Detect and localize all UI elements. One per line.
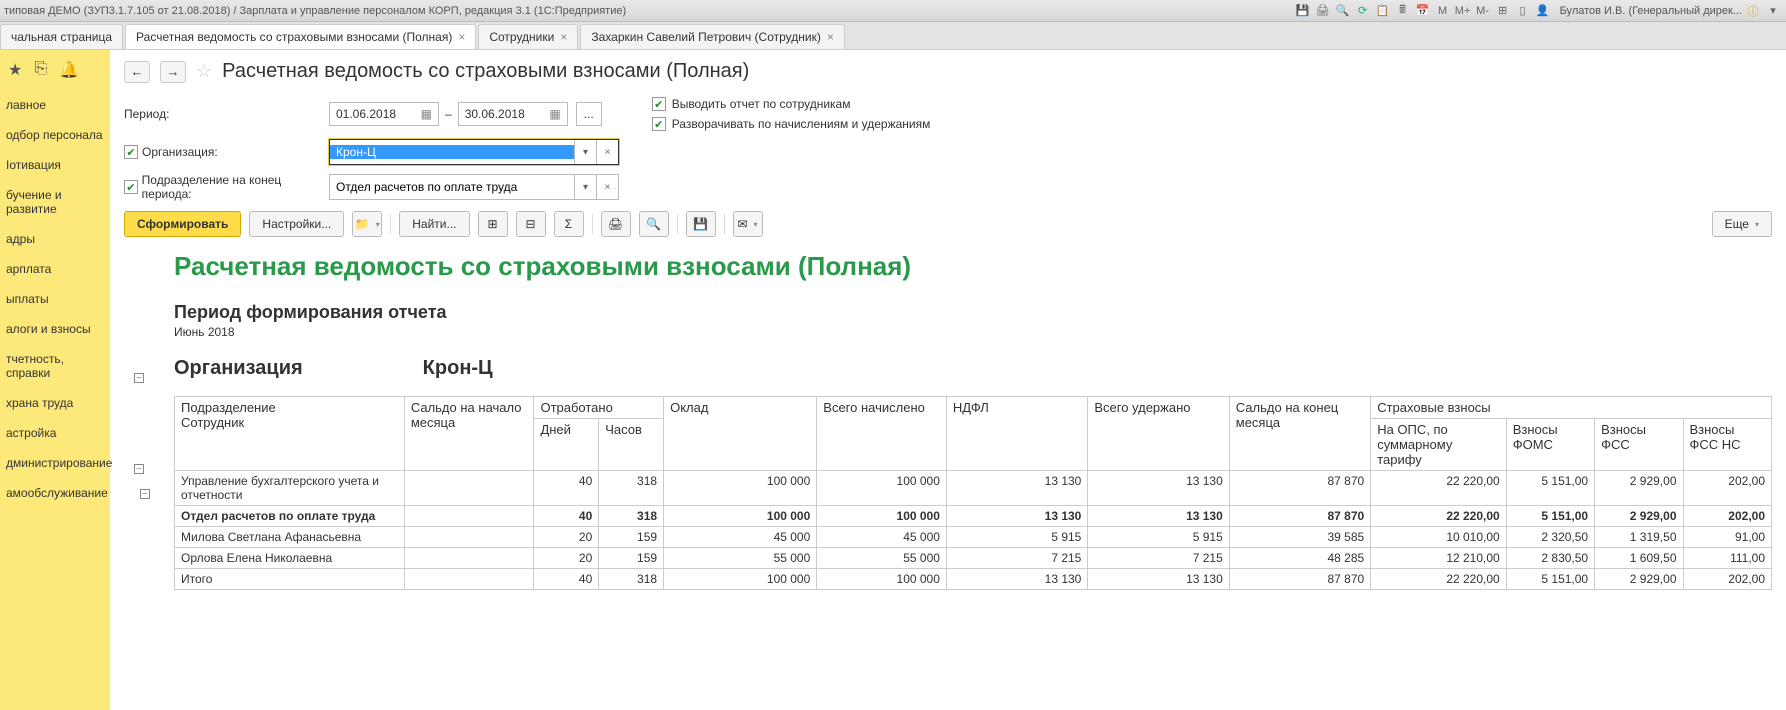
page-title: Расчетная ведомость со страховыми взноса… bbox=[222, 60, 749, 83]
period-value: Июнь 2018 bbox=[174, 325, 1772, 339]
titlebar-icons: 💾 🖨 🔍 ⟳ 📋 🖩 📅 M M+ M- ⊞ ▯ 👤 Булатов И.В.… bbox=[1294, 2, 1782, 20]
close-icon[interactable]: × bbox=[458, 30, 465, 44]
tree-collapse-icon[interactable]: − bbox=[134, 464, 144, 474]
report-org-label: Организация bbox=[174, 357, 303, 380]
print-icon[interactable]: 🖨 bbox=[1314, 2, 1332, 20]
form-button[interactable]: Сформировать bbox=[124, 211, 241, 237]
close-icon[interactable]: × bbox=[560, 30, 567, 44]
more-button[interactable]: Еще ▾ bbox=[1712, 211, 1772, 237]
org-label: Организация: bbox=[142, 145, 218, 159]
table-row[interactable]: Милова Светлана Афанасьевна2015945 00045… bbox=[175, 527, 1772, 548]
copy-icon[interactable]: 📋 bbox=[1374, 2, 1392, 20]
tab-employee[interactable]: Захаркин Савелий Петрович (Сотрудник)× bbox=[580, 24, 845, 49]
sidebar-item[interactable]: тчетность, справки bbox=[0, 344, 110, 388]
org-checkbox[interactable]: ✔ bbox=[124, 145, 138, 159]
m-icon[interactable]: M bbox=[1434, 2, 1452, 20]
refresh-icon[interactable]: ⟳ bbox=[1354, 2, 1372, 20]
window-icon[interactable]: ⊞ bbox=[1494, 2, 1512, 20]
clear-icon[interactable]: × bbox=[596, 140, 618, 164]
preview-button[interactable]: 🔍 bbox=[639, 211, 669, 237]
save-button[interactable]: 💾 bbox=[686, 211, 716, 237]
tree-collapse-icon[interactable]: − bbox=[140, 489, 150, 499]
dept-label: Подразделение на конец периода: bbox=[142, 173, 329, 201]
app-title: типовая ДЕМО (ЗУП3.1.7.105 от 21.08.2018… bbox=[4, 5, 1294, 17]
sidebar-item[interactable]: астройка bbox=[0, 418, 110, 448]
dropdown-icon[interactable]: ▾ bbox=[574, 175, 596, 199]
expand-checkbox[interactable]: ✔Разворачивать по начислениям и удержани… bbox=[652, 117, 931, 131]
titlebar: типовая ДЕМО (ЗУП3.1.7.105 от 21.08.2018… bbox=[0, 0, 1786, 22]
expand-button[interactable]: ⊞ bbox=[478, 211, 508, 237]
period-title: Период формирования отчета bbox=[174, 302, 1772, 323]
favorite-icon[interactable]: ☆ bbox=[196, 61, 212, 82]
sidebar-item[interactable]: бучение и развитие bbox=[0, 180, 110, 224]
content: ← → ☆ Расчетная ведомость со страховыми … bbox=[110, 50, 1786, 710]
settings-button[interactable]: Настройки... bbox=[249, 211, 344, 237]
report: − − − Расчетная ведомость со страховыми … bbox=[124, 251, 1772, 590]
org-combo[interactable]: ▾ × bbox=[329, 139, 619, 165]
period-select-button[interactable]: ... bbox=[576, 102, 602, 126]
sidebar-item[interactable]: адры bbox=[0, 224, 110, 254]
tab-report[interactable]: Расчетная ведомость со страховыми взноса… bbox=[125, 24, 476, 49]
tree-outline: − − − bbox=[134, 371, 150, 501]
org-input[interactable] bbox=[330, 145, 574, 159]
dept-input[interactable] bbox=[330, 180, 574, 194]
sidebar-item[interactable]: храна труда bbox=[0, 388, 110, 418]
m-minus-icon[interactable]: M- bbox=[1474, 2, 1492, 20]
star-icon[interactable]: ★ bbox=[8, 60, 22, 80]
clear-icon[interactable]: × bbox=[596, 175, 618, 199]
sidebar-item[interactable]: дминистрирование bbox=[0, 448, 110, 478]
calendar-icon[interactable]: ▦ bbox=[549, 107, 560, 121]
calendar-icon[interactable]: 📅 bbox=[1414, 2, 1432, 20]
dropdown-icon[interactable]: ▾ bbox=[574, 140, 596, 164]
date-to-input[interactable]: 30.06.2018▦ bbox=[458, 102, 568, 126]
bell-icon[interactable]: 🔔 bbox=[59, 60, 79, 80]
sidebar-item[interactable]: одбор персонала bbox=[0, 120, 110, 150]
calc-icon[interactable]: 🖩 bbox=[1394, 2, 1412, 20]
report-title: Расчетная ведомость со страховыми взноса… bbox=[174, 251, 1772, 282]
user-label[interactable]: Булатов И.В. (Генеральный дирек... bbox=[1560, 5, 1742, 17]
tabbar: чальная страница Расчетная ведомость со … bbox=[0, 22, 1786, 50]
print-button[interactable]: 🖨 bbox=[601, 211, 631, 237]
calendar-icon[interactable]: ▦ bbox=[421, 107, 432, 121]
clipboard-icon[interactable]: ⎘ bbox=[34, 60, 47, 80]
find-button[interactable]: Найти... bbox=[399, 211, 469, 237]
table-row[interactable]: Управление бухгалтерского учета и отчетн… bbox=[175, 471, 1772, 506]
table-row[interactable]: Итого40318100 000100 00013 13013 13087 8… bbox=[175, 569, 1772, 590]
forward-button[interactable]: → bbox=[160, 61, 186, 83]
report-org-value: Крон-Ц bbox=[423, 357, 493, 380]
m-plus-icon[interactable]: M+ bbox=[1454, 2, 1472, 20]
book-icon[interactable]: ▯ bbox=[1514, 2, 1532, 20]
sidebar-item[interactable]: амообслуживание bbox=[0, 478, 110, 508]
sidebar-item[interactable]: лавное bbox=[0, 90, 110, 120]
sidebar: ★ ⎘ 🔔 лавное одбор персонала Іотивация б… bbox=[0, 50, 110, 710]
save-icon[interactable]: 💾 bbox=[1294, 2, 1312, 20]
toolbar: Сформировать Настройки... 📁▾ Найти... ⊞ … bbox=[124, 211, 1772, 237]
table-row[interactable]: Отдел расчетов по оплате труда40318100 0… bbox=[175, 506, 1772, 527]
dept-checkbox[interactable]: ✔ bbox=[124, 180, 138, 194]
dept-combo[interactable]: ▾ × bbox=[329, 174, 619, 200]
sum-button[interactable]: Σ bbox=[554, 211, 584, 237]
table-row[interactable]: Орлова Елена Николаевна2015955 00055 000… bbox=[175, 548, 1772, 569]
report-table: ПодразделениеСотрудник Сальдо на начало … bbox=[174, 396, 1772, 590]
tab-start[interactable]: чальная страница bbox=[0, 24, 123, 49]
close-icon[interactable]: × bbox=[827, 30, 834, 44]
user-icon: 👤 bbox=[1534, 2, 1552, 20]
back-button[interactable]: ← bbox=[124, 61, 150, 83]
date-from-input[interactable]: 01.06.2018▦ bbox=[329, 102, 439, 126]
dropdown-icon[interactable]: ▾ bbox=[1764, 2, 1782, 20]
collapse-button[interactable]: ⊟ bbox=[516, 211, 546, 237]
sidebar-item[interactable]: Іотивация bbox=[0, 150, 110, 180]
info-icon[interactable]: ⓘ bbox=[1744, 2, 1762, 20]
show-by-employee-checkbox[interactable]: ✔Выводить отчет по сотрудникам bbox=[652, 97, 931, 111]
sidebar-item[interactable]: ыплаты bbox=[0, 284, 110, 314]
mail-button[interactable]: ✉▾ bbox=[733, 211, 763, 237]
period-label: Период: bbox=[124, 107, 329, 121]
folder-button[interactable]: 📁▾ bbox=[352, 211, 382, 237]
sidebar-item[interactable]: арплата bbox=[0, 254, 110, 284]
tree-collapse-icon[interactable]: − bbox=[134, 373, 144, 383]
preview-icon[interactable]: 🔍 bbox=[1334, 2, 1352, 20]
tab-employees[interactable]: Сотрудники× bbox=[478, 24, 578, 49]
sidebar-item[interactable]: алоги и взносы bbox=[0, 314, 110, 344]
